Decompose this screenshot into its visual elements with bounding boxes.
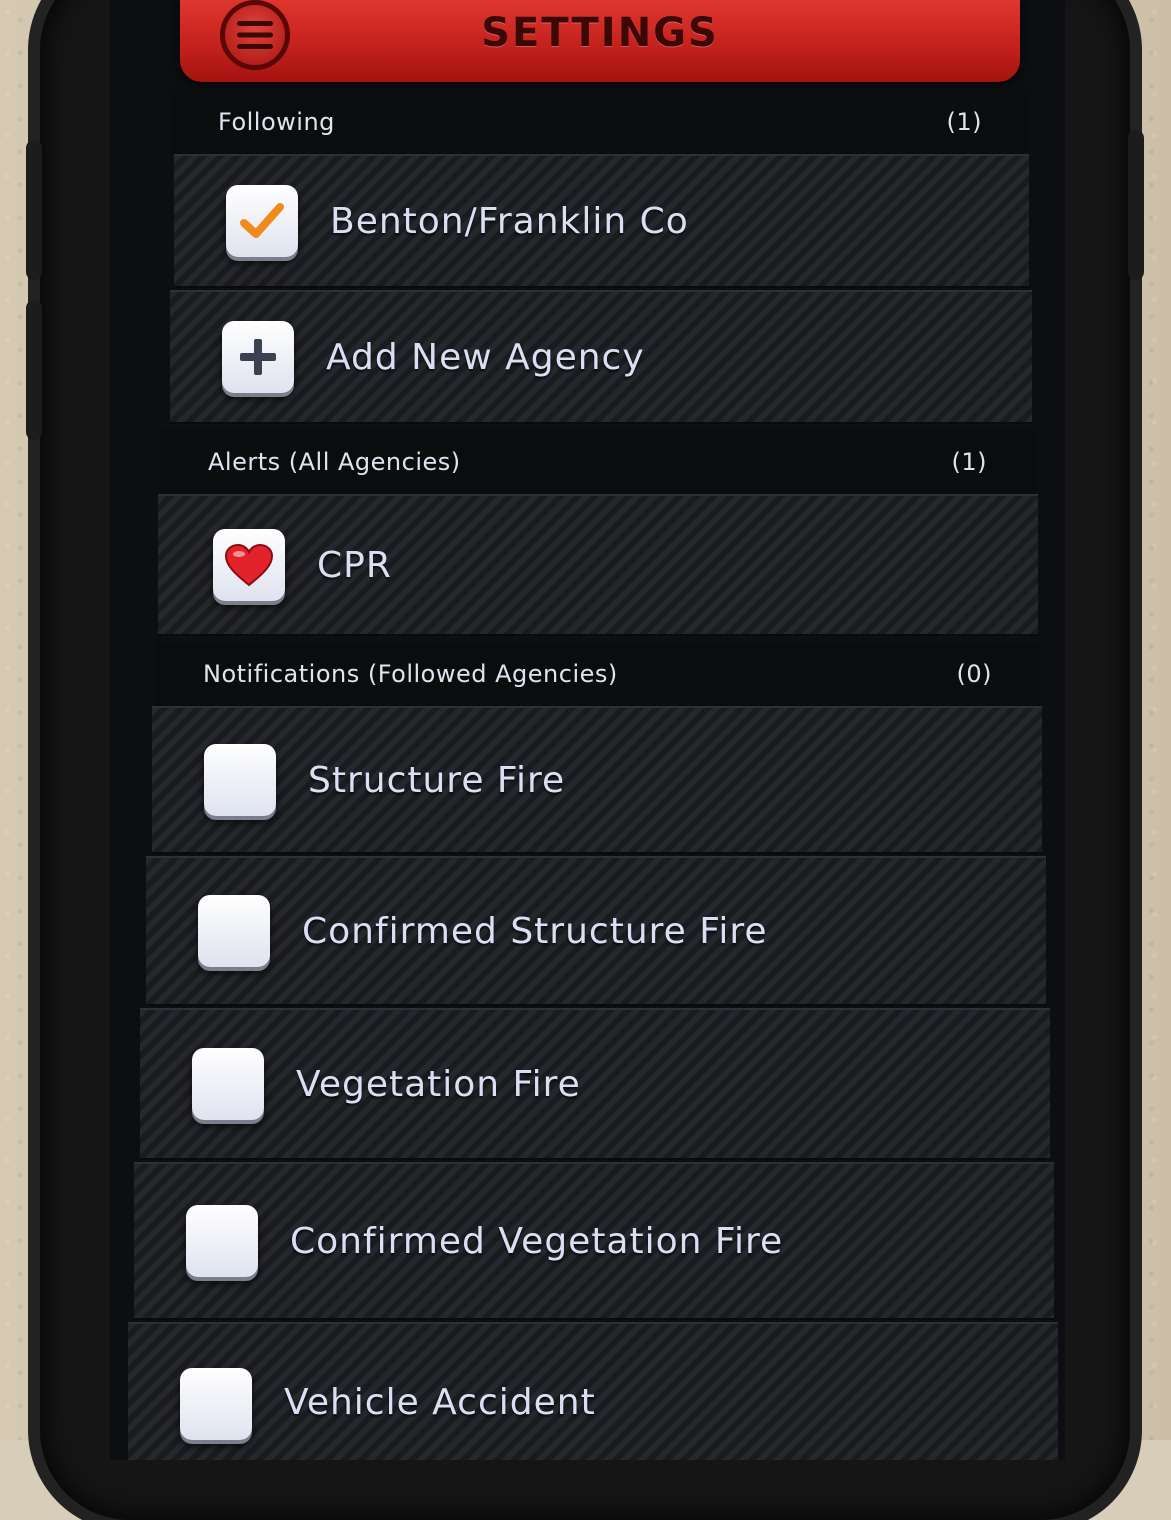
section-header-alerts: Alerts (All Agencies) (1) xyxy=(160,430,1035,494)
list-item-notification[interactable]: Confirmed Vegetation Fire xyxy=(134,1162,1054,1320)
agency-checkbox[interactable] xyxy=(226,185,298,257)
volume-button xyxy=(26,140,42,280)
page-title: SETTINGS xyxy=(180,10,1020,56)
power-button xyxy=(1128,130,1144,280)
section-header-following: Following (1) xyxy=(170,90,1030,154)
title-bar: SETTINGS xyxy=(180,0,1020,82)
section-count: (1) xyxy=(947,108,983,136)
notification-checkbox[interactable] xyxy=(186,1205,258,1277)
cpr-checkbox[interactable] xyxy=(213,529,285,601)
list-item-notification[interactable]: Vehicle Accident xyxy=(128,1322,1058,1460)
list-item-alert[interactable]: CPR xyxy=(158,494,1038,636)
notification-checkbox[interactable] xyxy=(198,895,270,967)
notification-label: Vegetation Fire xyxy=(296,1064,581,1105)
section-label: Notifications (Followed Agencies) xyxy=(203,660,618,688)
checkmark-icon xyxy=(239,201,285,241)
notification-label: Vehicle Accident xyxy=(284,1382,596,1423)
section-label: Alerts (All Agencies) xyxy=(208,448,461,476)
alert-label: CPR xyxy=(317,545,392,586)
section-count: (1) xyxy=(952,448,988,476)
section-header-notifications: Notifications (Followed Agencies) (0) xyxy=(155,642,1040,706)
volume-button xyxy=(26,300,42,440)
notification-checkbox[interactable] xyxy=(204,744,276,816)
list-item-notification[interactable]: Vegetation Fire xyxy=(140,1008,1050,1160)
list-item-notification[interactable]: Structure Fire xyxy=(152,706,1042,854)
section-count: (0) xyxy=(957,660,993,688)
list-item-notification[interactable]: Confirmed Structure Fire xyxy=(146,856,1046,1006)
app-screen: SETTINGS Following (1) Benton/Franklin C… xyxy=(110,0,1065,1460)
notification-label: Confirmed Structure Fire xyxy=(302,911,768,952)
notification-label: Confirmed Vegetation Fire xyxy=(290,1221,783,1262)
plus-icon xyxy=(238,337,278,377)
section-label: Following xyxy=(218,108,335,136)
notification-checkbox[interactable] xyxy=(192,1048,264,1120)
notification-checkbox[interactable] xyxy=(180,1368,252,1440)
heart-icon xyxy=(224,543,274,587)
add-agency-box xyxy=(222,321,294,393)
agency-label: Benton/Franklin Co xyxy=(330,201,689,242)
add-new-agency-button[interactable]: Add New Agency xyxy=(170,290,1032,424)
list-item-agency[interactable]: Benton/Franklin Co xyxy=(174,154,1029,288)
notification-label: Structure Fire xyxy=(308,760,565,801)
add-agency-label: Add New Agency xyxy=(326,337,645,378)
